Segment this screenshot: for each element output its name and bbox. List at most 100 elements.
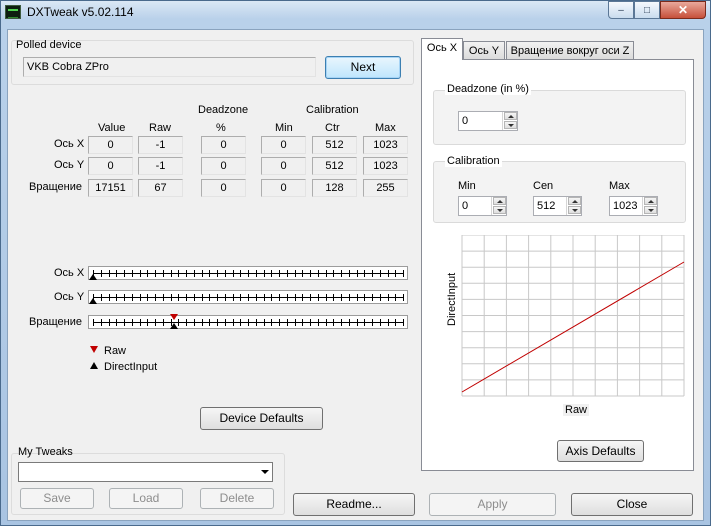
slider-tick [380, 319, 381, 326]
tweaks-combobox[interactable] [18, 462, 273, 482]
response-curve-graph [461, 235, 685, 397]
slider-tick [163, 294, 164, 301]
spin-up-icon[interactable] [568, 197, 581, 205]
slider-tick [209, 319, 210, 326]
max-header: Max [375, 122, 396, 134]
slider-tick [178, 294, 179, 301]
slider-tick [155, 294, 156, 301]
directinput-marker-icon [89, 274, 97, 280]
slider-tick [116, 319, 117, 326]
deadzone-group-label: Deadzone (in %) [445, 83, 531, 95]
slider-tick [388, 319, 389, 326]
calibration-header: Calibration [306, 104, 359, 116]
minimize-button[interactable]: – [608, 1, 634, 19]
calibration-max-spinner[interactable]: 1023 [609, 196, 658, 216]
deadzone-spinner[interactable]: 0 [458, 111, 518, 131]
slider-tick [186, 294, 187, 301]
cell-raw: -1 [138, 157, 183, 175]
title-bar[interactable]: DXTweak v5.02.114 – □ ✕ [1, 1, 710, 23]
tab-axis-x[interactable]: Ось X [421, 38, 463, 60]
spin-up-icon[interactable] [504, 112, 517, 120]
readme-button[interactable]: Readme... [293, 493, 415, 516]
slider-tick [132, 319, 133, 326]
cell-min: 0 [261, 157, 306, 175]
cell-min: 0 [261, 136, 306, 154]
slider-tick [279, 294, 280, 301]
slider-tick [326, 294, 327, 301]
spin-down-icon[interactable] [644, 206, 657, 214]
tab-axis-y[interactable]: Ось Y [463, 41, 505, 60]
graph-y-label: DirectInput [446, 272, 458, 326]
load-tweak-button[interactable]: Load [109, 488, 183, 509]
device-defaults-button[interactable]: Device Defaults [200, 407, 323, 430]
calibration-cen-spinner[interactable]: 512 [533, 196, 582, 216]
directinput-marker-icon [90, 362, 98, 369]
axis-defaults-button[interactable]: Axis Defaults [557, 440, 644, 462]
slider-tick [124, 319, 125, 326]
spin-down-icon[interactable] [493, 206, 506, 214]
cell-max: 1023 [363, 136, 408, 154]
slider-tick [364, 294, 365, 301]
cell-deadzone: 0 [201, 179, 246, 197]
slider-tick [209, 294, 210, 301]
slider-label-rotation: Вращение [29, 316, 82, 328]
directinput-marker-icon [89, 298, 97, 304]
slider-tick [171, 270, 172, 277]
slider-tick [116, 294, 117, 301]
slider-tick [264, 270, 265, 277]
slider-tick [147, 294, 148, 301]
row-label-axis-y: Ось Y [54, 159, 85, 171]
row-label-axis-x: Ось X [54, 138, 85, 150]
slider-tick [101, 270, 102, 277]
slider-tick [202, 294, 203, 301]
slider-tick [178, 270, 179, 277]
spin-up-icon[interactable] [644, 197, 657, 205]
slider-tick [140, 294, 141, 301]
cell-ctr: 512 [312, 157, 357, 175]
slider-tick [295, 270, 296, 277]
tab-rotation-z[interactable]: Вращение вокруг оси Z [506, 41, 634, 60]
slider-tick [264, 294, 265, 301]
slider-tick [287, 270, 288, 277]
slider-tick [395, 319, 396, 326]
slider-tick [403, 270, 404, 277]
slider-tick [233, 270, 234, 277]
min-header: Min [275, 122, 293, 134]
calibration-max-value: 1023 [613, 200, 638, 212]
slider-tick [372, 319, 373, 326]
min-label: Min [458, 180, 476, 192]
slider-tick [240, 294, 241, 301]
close-window-button[interactable]: ✕ [660, 1, 706, 19]
slider-tick [109, 294, 110, 301]
slider-tick [202, 270, 203, 277]
spin-down-icon[interactable] [504, 121, 517, 129]
next-button[interactable]: Next [325, 56, 401, 79]
delete-tweak-button[interactable]: Delete [200, 488, 274, 509]
close-button[interactable]: Close [571, 493, 693, 516]
apply-button[interactable]: Apply [429, 493, 556, 516]
save-tweak-button[interactable]: Save [20, 488, 94, 509]
slider-tick [357, 270, 358, 277]
cell-value: 0 [88, 136, 133, 154]
slider-tick [333, 270, 334, 277]
spin-up-icon[interactable] [493, 197, 506, 205]
slider-tick [202, 319, 203, 326]
raw-header: Raw [149, 122, 172, 134]
spin-down-icon[interactable] [568, 206, 581, 214]
slider-tick [287, 294, 288, 301]
maximize-button[interactable]: □ [634, 1, 660, 19]
cell-deadzone: 0 [201, 157, 246, 175]
raw-marker-icon [170, 314, 179, 320]
cell-ctr: 512 [312, 136, 357, 154]
cell-min: 0 [261, 179, 306, 197]
slider-tick [163, 270, 164, 277]
chevron-down-icon[interactable] [261, 470, 269, 474]
slider-tick [395, 270, 396, 277]
slider-tick [310, 294, 311, 301]
slider-tick [256, 319, 257, 326]
my-tweaks-label: My Tweaks [18, 446, 73, 458]
slider-tick [395, 294, 396, 301]
calibration-min-spinner[interactable]: 0 [458, 196, 507, 216]
slider-tick [233, 294, 234, 301]
cen-label: Cen [533, 180, 554, 192]
